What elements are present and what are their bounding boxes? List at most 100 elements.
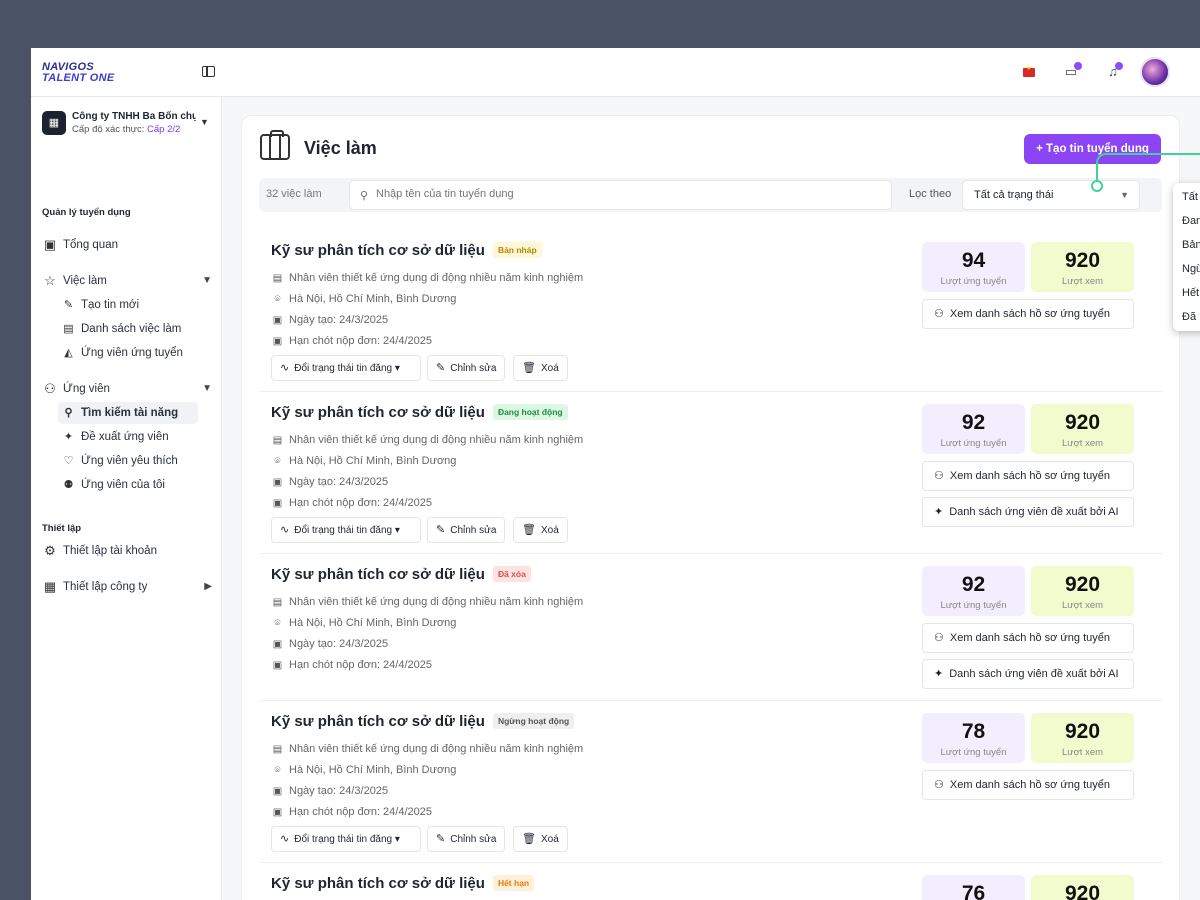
calendar-icon: ▣ <box>272 786 283 797</box>
sidebar-subitem-suggested-candidates[interactable]: ✦ Đề xuất ứng viên <box>58 426 198 448</box>
sidebar-item-account-settings[interactable]: ⚙ Thiết lập tài khoản <box>42 540 212 562</box>
sidebar-item-label: Thiết lập tài khoản <box>63 545 157 557</box>
status-badge: Hết hạn <box>492 875 535 891</box>
view-profiles-button[interactable]: ⚇ Xem danh sách hồ sơ ứng tuyển <box>922 461 1134 491</box>
sidebar-subitem-job-list[interactable]: ▤ Danh sách việc làm <box>58 318 198 340</box>
ai-suggested-list-button[interactable]: ✦ Danh sách ứng viên đề xuất bởi AI <box>922 659 1134 689</box>
applied-count-card: 76Lượt ứng tuyển <box>922 875 1025 900</box>
job-title[interactable]: Kỹ sư phân tích cơ sở dữ liệu Hết hạn <box>271 875 535 892</box>
views-label: Lượt xem <box>1061 438 1104 449</box>
search-icon: ⚲ <box>360 190 369 202</box>
sidebar-subitem-label: Ứng viên yêu thích <box>81 455 178 467</box>
delete-button[interactable]: 🗑 Xoá <box>513 826 568 852</box>
brand-line-2: TALENT ONE <box>42 72 115 84</box>
job-title[interactable]: Kỹ sư phân tích cơ sở dữ liệu Đang hoạt đ… <box>271 404 568 421</box>
bell-notification-dot <box>1115 62 1123 70</box>
job-location-text: Hà Nội, Hồ Chí Minh, Bình Dương <box>289 455 457 467</box>
dropdown-option[interactable]: Hết <box>1182 287 1199 299</box>
job-title[interactable]: Kỹ sư phân tích cơ sở dữ liệu Đã xóa <box>271 566 531 583</box>
delete-button[interactable]: 🗑 Xoá <box>513 355 568 381</box>
sidebar-subitem-label: Tìm kiếm tài năng <box>81 407 179 419</box>
dropdown-option[interactable]: Ngừ <box>1182 263 1200 275</box>
job-deadline-text: Hạn chót nộp đơn: 24/4/2025 <box>289 497 432 509</box>
sidebar-subitem-label: Danh sách việc làm <box>81 323 182 335</box>
sidebar-item-jobs[interactable]: ☆ Việc làm ▼ <box>42 270 212 292</box>
edit-label: Chỉnh sửa <box>450 363 497 374</box>
section-title-recruitment: Quản lý tuyển dụng <box>42 207 131 218</box>
job-title-text: Kỹ sư phân tích cơ sở dữ liệu <box>271 875 485 892</box>
job-created-text: Ngày tạo: 24/3/2025 <box>289 785 389 797</box>
user-avatar[interactable] <box>1140 57 1170 87</box>
verification-value: Cấp 2/2 <box>147 124 181 135</box>
view-profiles-button[interactable]: ⚇ Xem danh sách hồ sơ ứng tuyển <box>922 299 1134 329</box>
location-pin-icon: ⌾ <box>274 456 281 467</box>
status-filter-value: Tất cả trạng thái <box>974 189 1054 201</box>
building-icon: ▦ <box>43 579 57 594</box>
job-card: Kỹ sư phân tích cơ sở dữ liệu Bản nháp ▤ N… <box>259 230 1162 392</box>
company-switcher[interactable]: ▦ Công ty TNHH Ba Bốn chụ... Cấp độ xác … <box>42 109 212 139</box>
job-title-text: Kỹ sư phân tích cơ sở dữ liệu <box>271 404 485 421</box>
status-dropdown-menu: Tất Đan Bản Ngừ Hết Đã <box>1173 183 1200 331</box>
job-location-text: Hà Nội, Hồ Chí Minh, Bình Dương <box>289 617 457 629</box>
ai-suggested-list-button[interactable]: ✦ Danh sách ứng viên đề xuất bởi AI <box>922 497 1134 527</box>
edit-button[interactable]: ✎ Chỉnh sửa <box>427 355 506 381</box>
top-bar: NAVIGOS TALENT ONE ▭ ♫ <box>31 48 1200 97</box>
users-icon: ⚇ <box>934 632 944 644</box>
job-created-date: ▣ Ngày tạo: 24/3/2025 <box>271 785 388 797</box>
sidebar-subitem-talent-search[interactable]: ⚲ Tìm kiếm tài năng <box>58 402 198 424</box>
ai-list-label: Danh sách ứng viên đề xuất bởi AI <box>949 668 1119 680</box>
chevron-down-icon: ▼ <box>202 383 212 394</box>
applied-count: 78 <box>961 720 986 743</box>
calendar-icon: ▣ <box>272 807 283 818</box>
change-status-button[interactable]: ∿ Đổi trạng thái tin đăng ▾ <box>271 355 421 381</box>
search-input[interactable] <box>376 188 876 200</box>
job-deadline: ▣ Hạn chót nộp đơn: 24/4/2025 <box>271 335 432 347</box>
filter-bar: 32 việc làm ⚲ Lọc theo Tất cả trạng thái… <box>259 178 1162 212</box>
sidebar-toggle-icon[interactable] <box>202 66 215 77</box>
job-deadline: ▣ Hạn chót nộp đơn: 24/4/2025 <box>271 659 432 671</box>
chevron-down-icon: ▾ <box>394 525 400 536</box>
pencil-icon: ✎ <box>436 833 446 845</box>
sidebar-item-overview[interactable]: ▣ Tổng quan <box>42 234 212 256</box>
change-status-label: Đổi trạng thái tin đăng <box>294 834 393 845</box>
change-status-button[interactable]: ∿ Đổi trạng thái tin đăng ▾ <box>271 517 421 543</box>
sidebar-subitem-create-job[interactable]: ✎ Tạo tin mới <box>58 294 198 316</box>
edit-button[interactable]: ✎ Chỉnh sửa <box>427 826 506 852</box>
sidebar-item-candidates[interactable]: ⚇ Ứng viên ▼ <box>42 378 212 400</box>
job-title[interactable]: Kỹ sư phân tích cơ sở dữ liệu Ngừng hoạt … <box>271 713 575 730</box>
delete-button[interactable]: 🗑 Xoá <box>513 517 568 543</box>
job-description-text: Nhân viên thiết kế ứng dụng di động nhiề… <box>289 272 584 284</box>
dropdown-option[interactable]: Đã <box>1182 311 1196 323</box>
job-description: ▤ Nhân viên thiết kế ứng dụng di động nhi… <box>271 434 583 446</box>
calendar-icon: ▣ <box>272 477 283 488</box>
edit-button[interactable]: ✎ Chỉnh sửa <box>427 517 506 543</box>
sidebar-subitem-applicants[interactable]: ◭ Ứng viên ứng tuyển <box>58 342 198 364</box>
brand-logo[interactable]: NAVIGOS TALENT ONE <box>42 62 114 84</box>
job-description-text: Nhân viên thiết kế ứng dụng di động nhiề… <box>289 434 584 446</box>
dropdown-option[interactable]: Tất <box>1182 191 1198 203</box>
job-description: ▤ Nhân viên thiết kế ứng dụng di động nhi… <box>271 743 583 755</box>
job-title-text: Kỹ sư phân tích cơ sở dữ liệu <box>271 566 485 583</box>
language-flag-icon[interactable] <box>1023 65 1035 77</box>
change-status-button[interactable]: ∿ Đổi trạng thái tin đăng ▾ <box>271 826 421 852</box>
status-badge: Ngừng hoạt động <box>492 713 575 729</box>
heart-icon: ♡ <box>63 455 74 467</box>
job-title[interactable]: Kỹ sư phân tích cơ sở dữ liệu Bản nháp <box>271 242 542 259</box>
applied-label: Lượt ứng tuyển <box>940 276 1007 287</box>
dropdown-option[interactable]: Đan <box>1182 215 1200 227</box>
jobs-panel: Việc làm + Tạo tin tuyển dụng 32 việc là… <box>241 115 1180 900</box>
views-count: 920 <box>1064 411 1101 434</box>
sidebar-item-company-settings[interactable]: ▦ Thiết lập công ty ▶ <box>42 576 212 598</box>
view-profiles-button[interactable]: ⚇ Xem danh sách hồ sơ ứng tuyển <box>922 770 1134 800</box>
trash-icon: 🗑 <box>522 524 536 536</box>
sidebar-subitem-my-candidates[interactable]: ⚉ Ứng viên của tôi <box>58 474 198 496</box>
view-profiles-label: Xem danh sách hồ sơ ứng tuyển <box>949 632 1110 644</box>
dropdown-option[interactable]: Bản <box>1182 239 1200 251</box>
applied-label: Lượt ứng tuyển <box>940 438 1007 449</box>
view-profiles-button[interactable]: ⚇ Xem danh sách hồ sơ ứng tuyển <box>922 623 1134 653</box>
sidebar-subitem-favorite-candidates[interactable]: ♡ Ứng viên yêu thích <box>58 450 198 472</box>
applied-count: 76 <box>961 882 986 900</box>
search-box[interactable]: ⚲ <box>349 180 892 210</box>
chevron-down-icon: ▾ <box>394 363 400 374</box>
applied-label: Lượt ứng tuyển <box>940 747 1007 758</box>
